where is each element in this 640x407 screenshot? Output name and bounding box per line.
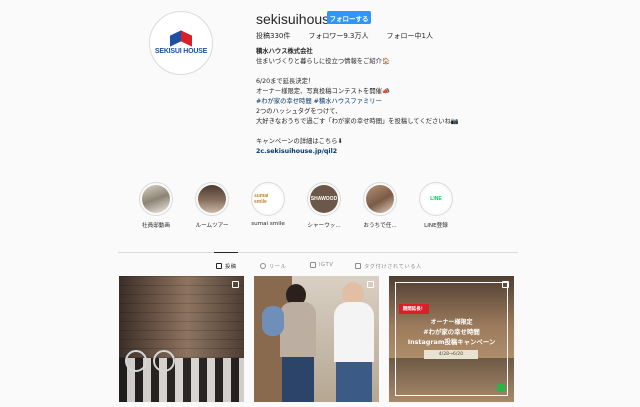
bio-link[interactable]: 2c.sekisuihouse.jp/qil2 — [256, 147, 556, 157]
highlight-item[interactable]: sumai smile sumai smile — [240, 182, 296, 229]
campaign-line: オーナー様限定 — [430, 319, 473, 326]
active-tab-indicator — [214, 252, 238, 253]
highlight-cover: SHAWOOD — [310, 185, 338, 213]
campaign-line: #わが家の幸せ時間 — [423, 328, 480, 336]
carousel-icon — [232, 281, 239, 288]
highlight-label: おうちで任... — [363, 223, 397, 229]
post-thumbnail[interactable] — [119, 276, 244, 402]
highlight-label: 社員邸動画 — [142, 223, 170, 229]
highlight-cover: sumai smile — [254, 185, 282, 213]
posts-count: 投稿330件 — [256, 32, 291, 40]
followers-count[interactable]: フォロワー9.3万人 — [308, 31, 368, 41]
highlight-label: ルームツアー — [195, 223, 229, 229]
campaign-line: Instagram投稿キャンペーン — [407, 338, 496, 346]
profile-bio: 積水ハウス株式会社 住まいづくりと暮らしに役立つ情報をご紹介🏠 6/20まで延長… — [256, 47, 556, 157]
reel-icon — [367, 281, 374, 288]
tab-posts[interactable]: 投稿 — [216, 262, 237, 270]
post-thumbnail[interactable] — [254, 276, 379, 402]
follow-button[interactable]: フォローする — [327, 11, 371, 24]
green-square-icon — [497, 384, 505, 392]
highlight-item[interactable]: 社員邸動画 — [128, 182, 184, 229]
reels-icon — [260, 263, 266, 269]
highlight-label: LINE登録 — [424, 223, 448, 229]
bicycle-wheel-shape — [153, 350, 175, 372]
profile-tabs: 投稿 リール IGTV タグ付けされている人 — [0, 262, 640, 272]
following-count[interactable]: フォロー中1人 — [387, 31, 433, 41]
bio-hashtags[interactable]: #わが家の幸せ時間 #積水ハウスファミリー — [256, 97, 556, 107]
highlight-item[interactable]: LINE LINE登録 — [408, 182, 464, 229]
bio-line: 2つのハッシュタグをつけて、 — [256, 108, 342, 115]
tabs-divider — [118, 252, 518, 253]
highlight-item[interactable]: ルームツアー — [184, 182, 240, 229]
bio-line — [256, 67, 556, 77]
bio-line: 大好きなおうちで過ごす「わが家の幸せ時間」を投稿してくださいね📷 — [256, 118, 459, 125]
tab-reels[interactable]: リール — [260, 262, 286, 270]
highlight-cover — [366, 185, 394, 213]
bio-line: キャンペーンの詳細はこちら⬇ — [256, 138, 343, 145]
house-logo-icon — [170, 30, 192, 47]
bio-line: 6/20まで延長決定！ — [256, 78, 315, 85]
tab-label: タグ付けされている人 — [364, 264, 422, 270]
tab-tagged[interactable]: タグ付けされている人 — [355, 262, 422, 270]
bio-line — [256, 127, 556, 137]
highlight-cover — [142, 185, 170, 213]
avatar-logo-text: SEKISUI HOUSE — [154, 48, 208, 55]
highlight-label: sumai smile — [251, 221, 285, 227]
bio-full-name: 積水ハウス株式会社 — [256, 48, 313, 55]
profile-username: sekisuihouse — [256, 11, 337, 27]
tab-label: 投稿 — [225, 264, 237, 270]
highlight-label: シャーウッ... — [307, 223, 341, 229]
tab-label: IGTV — [319, 262, 334, 268]
tab-igtv[interactable]: IGTV — [310, 262, 333, 268]
posts-grid: 期間延長！ オーナー様限定 #わが家の幸せ時間 Instagram投稿キャンペー… — [119, 276, 514, 402]
highlight-cover — [198, 185, 226, 213]
highlight-item[interactable]: SHAWOOD シャーウッ... — [296, 182, 352, 229]
bio-line: オーナー様限定、写真投稿コンテストを開催📣 — [256, 88, 390, 95]
story-highlights: 社員邸動画 ルームツアー sumai smile sumai smile SHA… — [128, 182, 464, 229]
profile-stats: 投稿330件 フォロワー9.3万人 フォロー中1人 — [256, 31, 433, 41]
post-thumbnail[interactable]: 期間延長！ オーナー様限定 #わが家の幸せ時間 Instagram投稿キャンペー… — [389, 276, 514, 402]
igtv-icon — [310, 262, 316, 268]
carousel-icon — [502, 281, 509, 288]
campaign-badge: 期間延長！ — [399, 304, 429, 314]
campaign-date: 4/28→6/20 — [424, 350, 478, 359]
profile-avatar[interactable]: SEKISUI HOUSE — [149, 11, 213, 75]
grid-icon — [216, 263, 222, 269]
tagged-icon — [355, 263, 361, 269]
tab-label: リール — [269, 264, 287, 270]
bicycle-wheel-shape — [125, 350, 147, 372]
bio-line: 住まいづくりと暮らしに役立つ情報をご紹介🏠 — [256, 58, 390, 65]
line-logo-icon: LINE — [422, 185, 450, 213]
highlight-item[interactable]: おうちで任... — [352, 182, 408, 229]
